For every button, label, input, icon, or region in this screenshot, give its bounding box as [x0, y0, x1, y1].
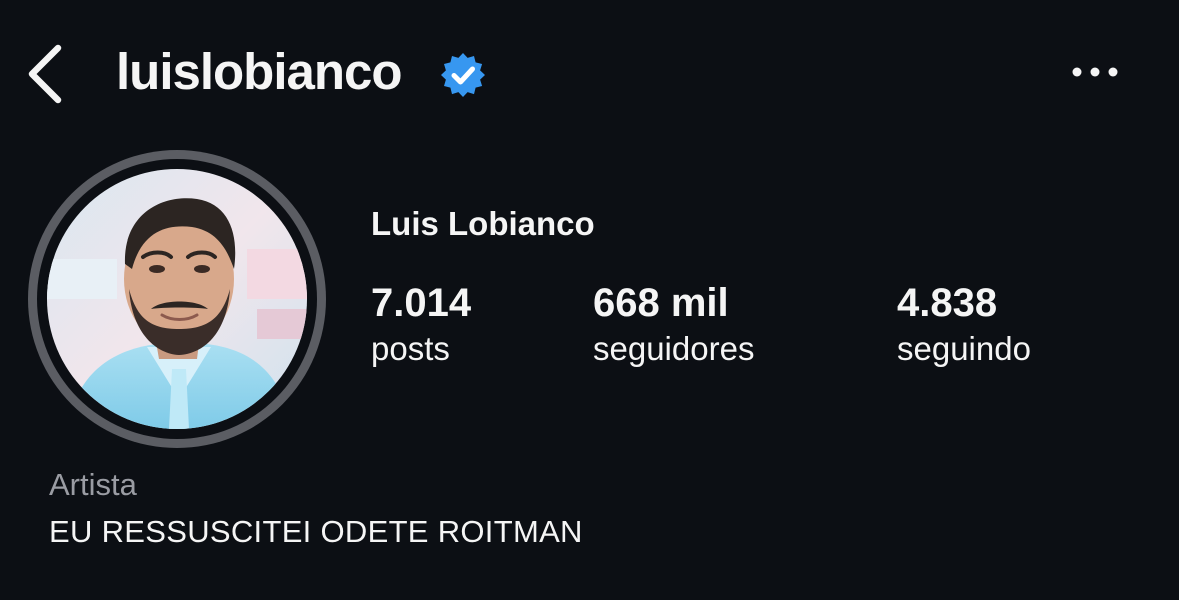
- profile-photo-illustration: [47, 169, 307, 429]
- display-name: Luis Lobianco: [371, 205, 595, 242]
- back-button[interactable]: [22, 40, 74, 104]
- profile-photo: [47, 169, 307, 429]
- profile-username: luislobianco: [116, 43, 403, 100]
- more-horizontal-icon: [1072, 67, 1118, 77]
- verified-badge-icon: [441, 53, 485, 97]
- stat-followers-count: 668 mil: [593, 281, 729, 325]
- stat-following-label: seguindo: [897, 330, 1031, 367]
- stat-posts[interactable]: 7.014 posts: [371, 280, 471, 372]
- stat-followers[interactable]: 668 mil seguidores: [593, 280, 754, 372]
- stat-following[interactable]: 4.838 seguindo: [897, 280, 1031, 372]
- stat-posts-count: 7.014: [371, 281, 472, 325]
- profile-bio: EU RESSUSCITEI ODETE ROITMAN: [49, 514, 583, 549]
- avatar[interactable]: [28, 150, 326, 448]
- stat-posts-label: posts: [371, 330, 450, 367]
- stat-followers-label: seguidores: [593, 330, 755, 367]
- profile-header: luislobianco: [0, 0, 1179, 140]
- chevron-left-icon: [28, 44, 62, 104]
- stat-following-count: 4.838: [897, 281, 998, 325]
- more-options-button[interactable]: [1066, 60, 1126, 84]
- profile-category: Artista: [49, 467, 137, 502]
